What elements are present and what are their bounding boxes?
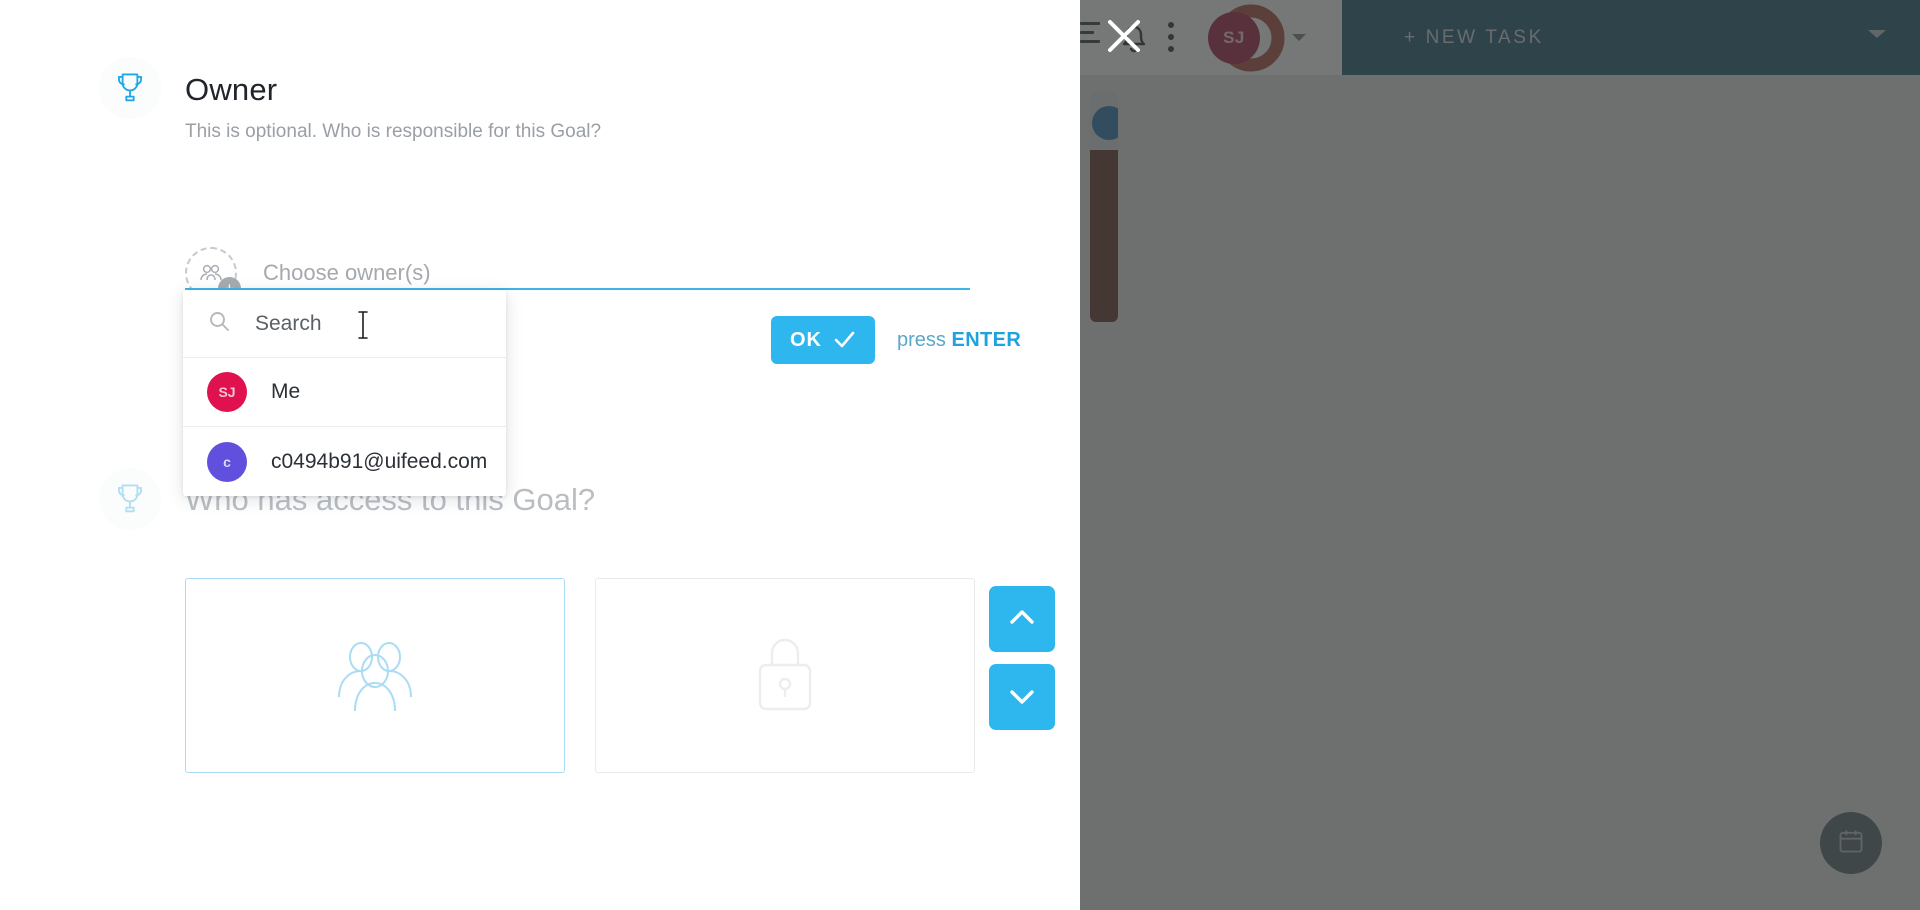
- search-icon: [207, 309, 231, 338]
- scroll-up-button[interactable]: [989, 586, 1055, 652]
- access-option-public[interactable]: [185, 578, 565, 773]
- access-options: [185, 578, 975, 773]
- ok-button-label: OK: [790, 328, 822, 351]
- owner-search-row[interactable]: [183, 290, 506, 358]
- chevron-down-icon: [1005, 679, 1039, 716]
- trophy-icon: [99, 57, 161, 119]
- press-enter-prefix: press: [897, 328, 952, 351]
- avatar: SJ: [207, 372, 247, 412]
- check-icon: [832, 327, 856, 354]
- lock-icon: [744, 629, 826, 722]
- scroll-down-button[interactable]: [989, 664, 1055, 730]
- modal-backdrop-overlay[interactable]: [1080, 0, 1920, 910]
- list-item[interactable]: c c0494b91@uifeed.com: [183, 427, 506, 496]
- owner-section-icon-badge: [99, 57, 161, 119]
- people-group-icon: [329, 631, 421, 720]
- owner-confirm-row: OK press ENTER: [771, 316, 1021, 364]
- owner-dropdown: SJ Me c c0494b91@uifeed.com: [183, 290, 506, 496]
- screen-root: + NEW TASK SJ: [0, 0, 1920, 910]
- press-enter-hint: press ENTER: [897, 329, 1021, 352]
- access-section-icon-badge: [99, 468, 161, 530]
- avatar: c: [207, 441, 247, 482]
- owner-section-subtitle: This is optional. Who is responsible for…: [185, 121, 602, 142]
- goal-settings-modal: Owner This is optional. Who is responsib…: [0, 0, 1080, 910]
- scroll-controls: [989, 586, 1055, 730]
- choose-owners-placeholder: Choose owner(s): [263, 260, 431, 285]
- close-x-icon[interactable]: [1100, 12, 1148, 60]
- access-option-private[interactable]: [595, 578, 975, 773]
- chevron-up-icon: [1005, 601, 1039, 638]
- press-enter-key: ENTER: [951, 328, 1022, 351]
- topbar-dim-overlay: [1080, 0, 1920, 75]
- trophy-icon: [99, 468, 161, 530]
- text-cursor-icon: [355, 308, 368, 339]
- app-topbar: + NEW TASK SJ: [1080, 0, 1920, 75]
- page-title: Owner: [185, 72, 278, 107]
- list-item-label: c0494b91@uifeed.com: [271, 449, 488, 473]
- owner-section-header: Owner This is optional. Who is responsib…: [185, 72, 985, 143]
- list-item[interactable]: SJ Me: [183, 358, 506, 427]
- ok-button[interactable]: OK: [771, 316, 875, 364]
- list-item-label: Me: [271, 380, 301, 403]
- background-application: + NEW TASK SJ: [1080, 0, 1920, 910]
